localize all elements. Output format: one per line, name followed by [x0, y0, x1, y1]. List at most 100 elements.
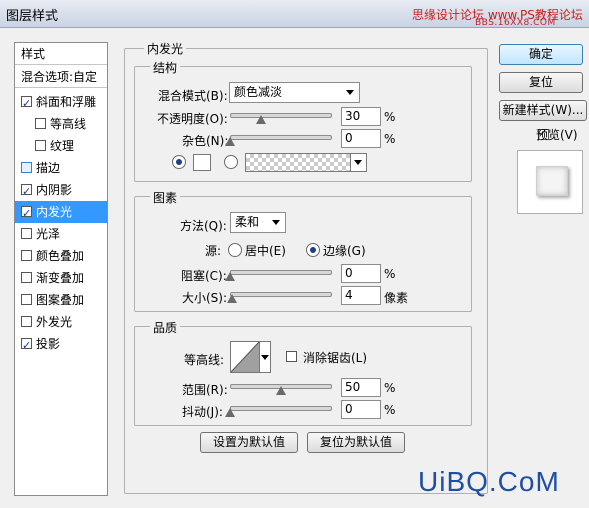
- range-unit: %: [384, 381, 396, 395]
- style-list-item[interactable]: 光泽: [15, 223, 107, 245]
- choke-slider-thumb[interactable]: [225, 272, 235, 281]
- gradient-radio[interactable]: [224, 155, 238, 169]
- antialias-checkbox[interactable]: [286, 351, 297, 362]
- style-list-item[interactable]: 纹理: [15, 135, 107, 157]
- source-center-label[interactable]: 居中(E): [245, 242, 286, 259]
- style-checkbox[interactable]: [21, 181, 32, 203]
- noise-unit: %: [384, 132, 396, 146]
- choke-unit: %: [384, 267, 396, 281]
- style-list-item[interactable]: 内阴影: [15, 179, 107, 203]
- preview-label[interactable]: 预览(V): [536, 126, 578, 143]
- style-checkbox[interactable]: [21, 272, 32, 283]
- style-list-item-label: 光泽: [36, 227, 61, 241]
- range-slider-thumb[interactable]: [276, 386, 286, 395]
- style-list-item-label: 外发光: [36, 315, 73, 329]
- style-list-item[interactable]: 等高线: [15, 113, 107, 135]
- style-list-item-label: 投影: [36, 337, 61, 351]
- gradient-dropdown-button[interactable]: [350, 154, 366, 171]
- style-checkbox[interactable]: [35, 140, 46, 151]
- style-list: 样式 混合选项:自定 斜面和浮雕等高线纹理描边内阴影内发光光泽颜色叠加渐变叠加图…: [14, 42, 108, 496]
- chevron-down-icon: [261, 355, 269, 360]
- size-input[interactable]: 4: [341, 286, 381, 305]
- style-list-item-label: 图案叠加: [36, 293, 85, 307]
- style-list-item-label: 描边: [36, 161, 61, 175]
- opacity-slider[interactable]: [230, 113, 332, 118]
- blend-mode-select[interactable]: 颜色减淡: [229, 82, 360, 103]
- new-style-button[interactable]: 新建样式(W)...: [499, 100, 587, 121]
- style-list-item[interactable]: 渐变叠加: [15, 267, 107, 289]
- style-checkbox[interactable]: [21, 316, 32, 327]
- style-list-item-label: 渐变叠加: [36, 271, 85, 285]
- style-list-item[interactable]: 外发光: [15, 311, 107, 333]
- style-checkbox[interactable]: [21, 93, 32, 115]
- range-label: 范围(R):: [182, 383, 228, 397]
- elements-title: 图素: [150, 189, 181, 206]
- style-list-header[interactable]: 样式: [15, 43, 107, 65]
- gradient-picker[interactable]: [245, 153, 367, 172]
- opacity-unit: %: [384, 110, 396, 124]
- opacity-slider-thumb[interactable]: [255, 115, 266, 124]
- method-select[interactable]: 柔和: [230, 212, 286, 233]
- style-checkbox[interactable]: [21, 228, 32, 239]
- style-list-item[interactable]: 投影: [15, 333, 107, 357]
- range-input[interactable]: 50: [341, 378, 381, 397]
- style-list-item-label: 等高线: [50, 117, 87, 131]
- style-checkbox[interactable]: [21, 203, 32, 225]
- choke-label: 阻塞(C):: [181, 269, 227, 283]
- opacity-label: 不透明度(O):: [157, 112, 228, 126]
- reset-default-button[interactable]: 复位为默认值: [307, 432, 405, 453]
- source-edge-radio[interactable]: [306, 243, 320, 257]
- inner-glow-title: 内发光: [144, 40, 187, 57]
- source-center-radio[interactable]: [228, 243, 242, 257]
- watermark-subtext: BBS.16XX8.COM: [475, 18, 556, 28]
- jitter-slider[interactable]: [230, 406, 332, 411]
- noise-slider[interactable]: [230, 135, 332, 140]
- chevron-down-icon: [354, 160, 362, 165]
- source-edge-label[interactable]: 边缘(G): [323, 242, 366, 259]
- style-checkbox[interactable]: [21, 162, 32, 173]
- choke-input[interactable]: 0: [341, 264, 381, 283]
- reset-button[interactable]: 复位: [499, 72, 583, 93]
- style-list-item-label: 颜色叠加: [36, 249, 85, 263]
- method-label: 方法(Q):: [180, 219, 227, 233]
- contour-dropdown-button[interactable]: [260, 341, 271, 373]
- preview-swatch: [536, 166, 568, 196]
- solid-color-radio[interactable]: [172, 155, 186, 169]
- size-slider[interactable]: [230, 292, 332, 297]
- brand-logo-text: UiBQ.CoM: [418, 466, 560, 497]
- style-list-item-label: 内发光: [36, 205, 73, 219]
- style-list-item[interactable]: 描边: [15, 157, 107, 179]
- blend-mode-label: 混合模式(B):: [158, 89, 228, 103]
- ok-button[interactable]: 确定: [499, 44, 583, 65]
- style-checkbox[interactable]: [21, 250, 32, 261]
- style-list-item-label: 纹理: [50, 139, 75, 153]
- choke-slider[interactable]: [230, 270, 332, 275]
- style-checkbox[interactable]: [21, 294, 32, 305]
- source-label: 源:: [205, 244, 222, 258]
- chevron-down-icon: [272, 220, 280, 225]
- set-default-button[interactable]: 设置为默认值: [200, 432, 298, 453]
- glow-color-swatch[interactable]: [193, 154, 211, 171]
- noise-slider-thumb[interactable]: [225, 137, 235, 146]
- opacity-input[interactable]: 30: [341, 107, 381, 126]
- style-list-item[interactable]: 图案叠加: [15, 289, 107, 311]
- jitter-input[interactable]: 0: [341, 400, 381, 419]
- size-unit: 像素: [384, 291, 409, 305]
- noise-input[interactable]: 0: [341, 129, 381, 148]
- style-checkbox[interactable]: [35, 118, 46, 129]
- style-checkbox[interactable]: [21, 335, 32, 357]
- structure-title: 结构: [150, 59, 181, 76]
- method-value: 柔和: [235, 215, 260, 229]
- style-list-item[interactable]: 斜面和浮雕: [15, 91, 107, 115]
- contour-linear-icon: [230, 341, 260, 373]
- size-slider-thumb[interactable]: [226, 294, 237, 303]
- style-list-item[interactable]: 内发光: [15, 201, 107, 225]
- style-list-item-label: 斜面和浮雕: [36, 95, 97, 109]
- jitter-label: 抖动(J):: [182, 405, 223, 419]
- contour-preview[interactable]: [230, 341, 260, 373]
- antialias-label[interactable]: 消除锯齿(L): [303, 349, 367, 366]
- jitter-slider-thumb[interactable]: [225, 408, 235, 417]
- style-list-item-label: 内阴影: [36, 183, 73, 197]
- blend-options-item[interactable]: 混合选项:自定: [15, 66, 107, 88]
- style-list-item[interactable]: 颜色叠加: [15, 245, 107, 267]
